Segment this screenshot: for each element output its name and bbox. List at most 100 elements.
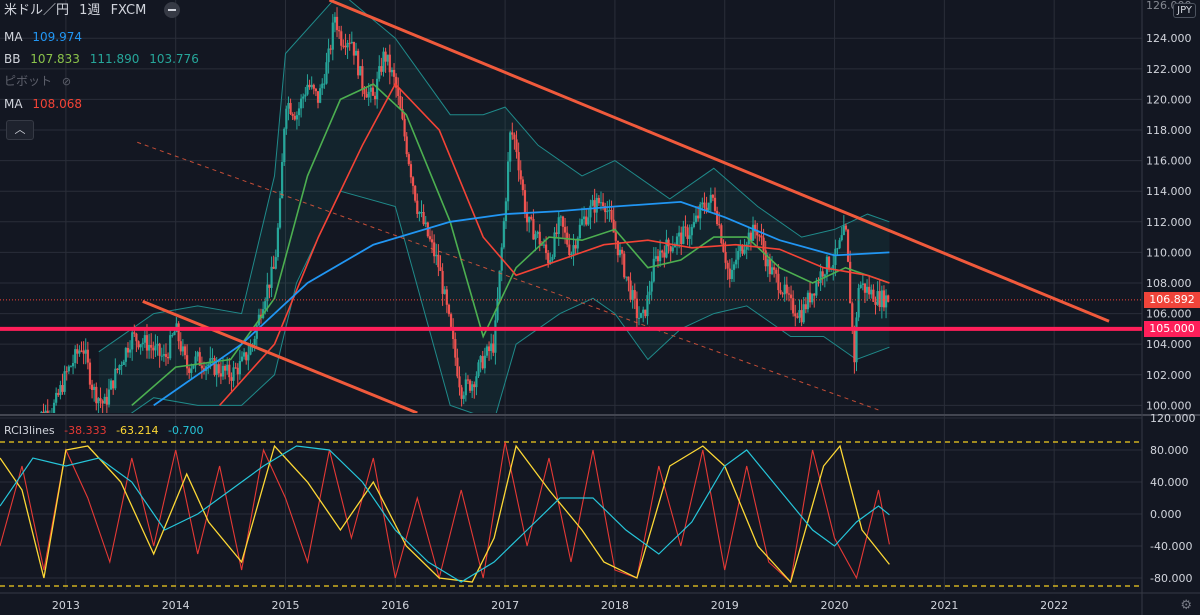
- ma1-label: MA: [4, 30, 23, 44]
- interval-label: 1週: [79, 2, 101, 18]
- candle-body: [107, 389, 111, 405]
- candle-body: [304, 94, 307, 97]
- candle-body: [591, 200, 594, 206]
- bb-legend[interactable]: BB 107.833 111.890 103.776: [4, 51, 205, 67]
- candle-body: [840, 235, 843, 241]
- pivot-label: ピボット: [4, 74, 53, 88]
- currency-badge[interactable]: JPY: [1173, 3, 1196, 18]
- eye-hidden-icon[interactable]: ⊘: [62, 75, 71, 88]
- candle-body: [249, 345, 252, 355]
- candle-body: [74, 349, 77, 364]
- candle-body: [217, 364, 220, 374]
- time-axis: 2013 2014 2015 2016 2017 2018 2019 2020 2021 2022: [52, 599, 1068, 612]
- candle-body: [173, 331, 176, 336]
- price-tick-label: 112.000: [1146, 216, 1192, 229]
- candle-body: [67, 366, 70, 372]
- candle-body: [642, 309, 645, 314]
- candle-body: [692, 222, 696, 228]
- candle-body: [477, 362, 480, 377]
- candle-body: [346, 42, 349, 48]
- candle-body: [276, 227, 279, 258]
- candle-body: [297, 108, 301, 116]
- candle-body: [281, 161, 284, 199]
- candle-body: [164, 354, 168, 357]
- chart-canvas[interactable]: 100.000 102.000 104.000 106.000 108.000 110.0…: [0, 0, 1200, 615]
- candle-body: [373, 95, 377, 100]
- gear-icon[interactable]: ⚙: [1180, 598, 1192, 613]
- candle-body: [333, 16, 337, 23]
- rci-long-value: -0.700: [168, 424, 204, 437]
- candle-body: [234, 367, 237, 369]
- candle-body: [770, 267, 774, 275]
- candle-body: [287, 102, 290, 109]
- candle-body: [109, 380, 113, 390]
- pivot-legend[interactable]: ピボット ⊘: [4, 73, 77, 90]
- chart-root[interactable]: 100.000 102.000 104.000 106.000 108.000 110.0…: [0, 0, 1200, 615]
- candle-body: [116, 368, 119, 370]
- candle-body: [688, 235, 691, 239]
- ma1-legend[interactable]: MA 109.974: [4, 29, 88, 45]
- ma2-legend[interactable]: MA 108.068: [4, 96, 88, 112]
- candle-body: [601, 202, 605, 207]
- candle-body: [838, 240, 841, 249]
- candle-body: [580, 219, 584, 225]
- candle-body: [574, 245, 577, 249]
- candle-body: [310, 84, 313, 88]
- candle-body: [215, 364, 218, 375]
- candle-body: [608, 209, 611, 212]
- candle-body: [319, 88, 322, 103]
- candle-body: [694, 215, 698, 223]
- candle-body: [675, 236, 679, 245]
- candle-body: [71, 363, 75, 367]
- candle-body: [88, 362, 92, 385]
- candle-body: [817, 282, 820, 284]
- candle-body: [145, 335, 149, 351]
- candle-body: [701, 202, 704, 205]
- candle-body: [789, 294, 793, 299]
- candle-body: [618, 249, 622, 256]
- collapse-legend-button[interactable]: [164, 2, 181, 18]
- candle-body: [466, 379, 470, 381]
- price-tick-label: 120.000: [1146, 93, 1192, 106]
- candle-body: [555, 232, 558, 235]
- candle-body: [76, 349, 79, 354]
- chevron-up-icon[interactable]: ︿: [6, 120, 34, 140]
- candle-body: [690, 227, 693, 236]
- candle-body: [314, 88, 318, 92]
- candle-body: [521, 179, 524, 191]
- candle-body: [874, 301, 877, 305]
- candle-body: [669, 246, 672, 252]
- rci-legend[interactable]: RCI3lines -38.333 -63.214 -0.700: [4, 423, 210, 439]
- price-tick-label: 118.000: [1146, 124, 1192, 137]
- price-tick-label: 100.000: [1146, 399, 1192, 412]
- candle-body: [621, 249, 624, 254]
- candle-body: [65, 371, 68, 373]
- candle-body: [768, 259, 772, 275]
- candle-body: [454, 339, 457, 358]
- candle-body: [430, 239, 434, 243]
- candle-body: [857, 287, 860, 318]
- candle-body: [468, 380, 472, 391]
- candle-body: [348, 42, 351, 44]
- candle-body: [623, 253, 626, 278]
- candle-body: [69, 366, 73, 368]
- candle-body: [606, 211, 609, 213]
- candle-body: [443, 289, 446, 294]
- candle-body: [861, 283, 864, 285]
- candle-body: [542, 244, 546, 246]
- candle-body: [183, 346, 187, 356]
- candle-body: [557, 217, 560, 235]
- candle-body: [308, 84, 311, 88]
- year-label: 2016: [381, 599, 409, 612]
- candle-body: [855, 317, 858, 363]
- candle-body: [832, 264, 835, 269]
- year-label: 2013: [52, 599, 80, 612]
- candle-body: [462, 395, 465, 399]
- candle-body: [849, 261, 852, 304]
- year-label: 2018: [601, 599, 629, 612]
- candle-body: [758, 235, 761, 237]
- candle-body: [232, 367, 235, 381]
- candle-body: [726, 262, 729, 269]
- candle-body: [52, 402, 56, 413]
- rci-tick-label: 40.000: [1150, 476, 1189, 489]
